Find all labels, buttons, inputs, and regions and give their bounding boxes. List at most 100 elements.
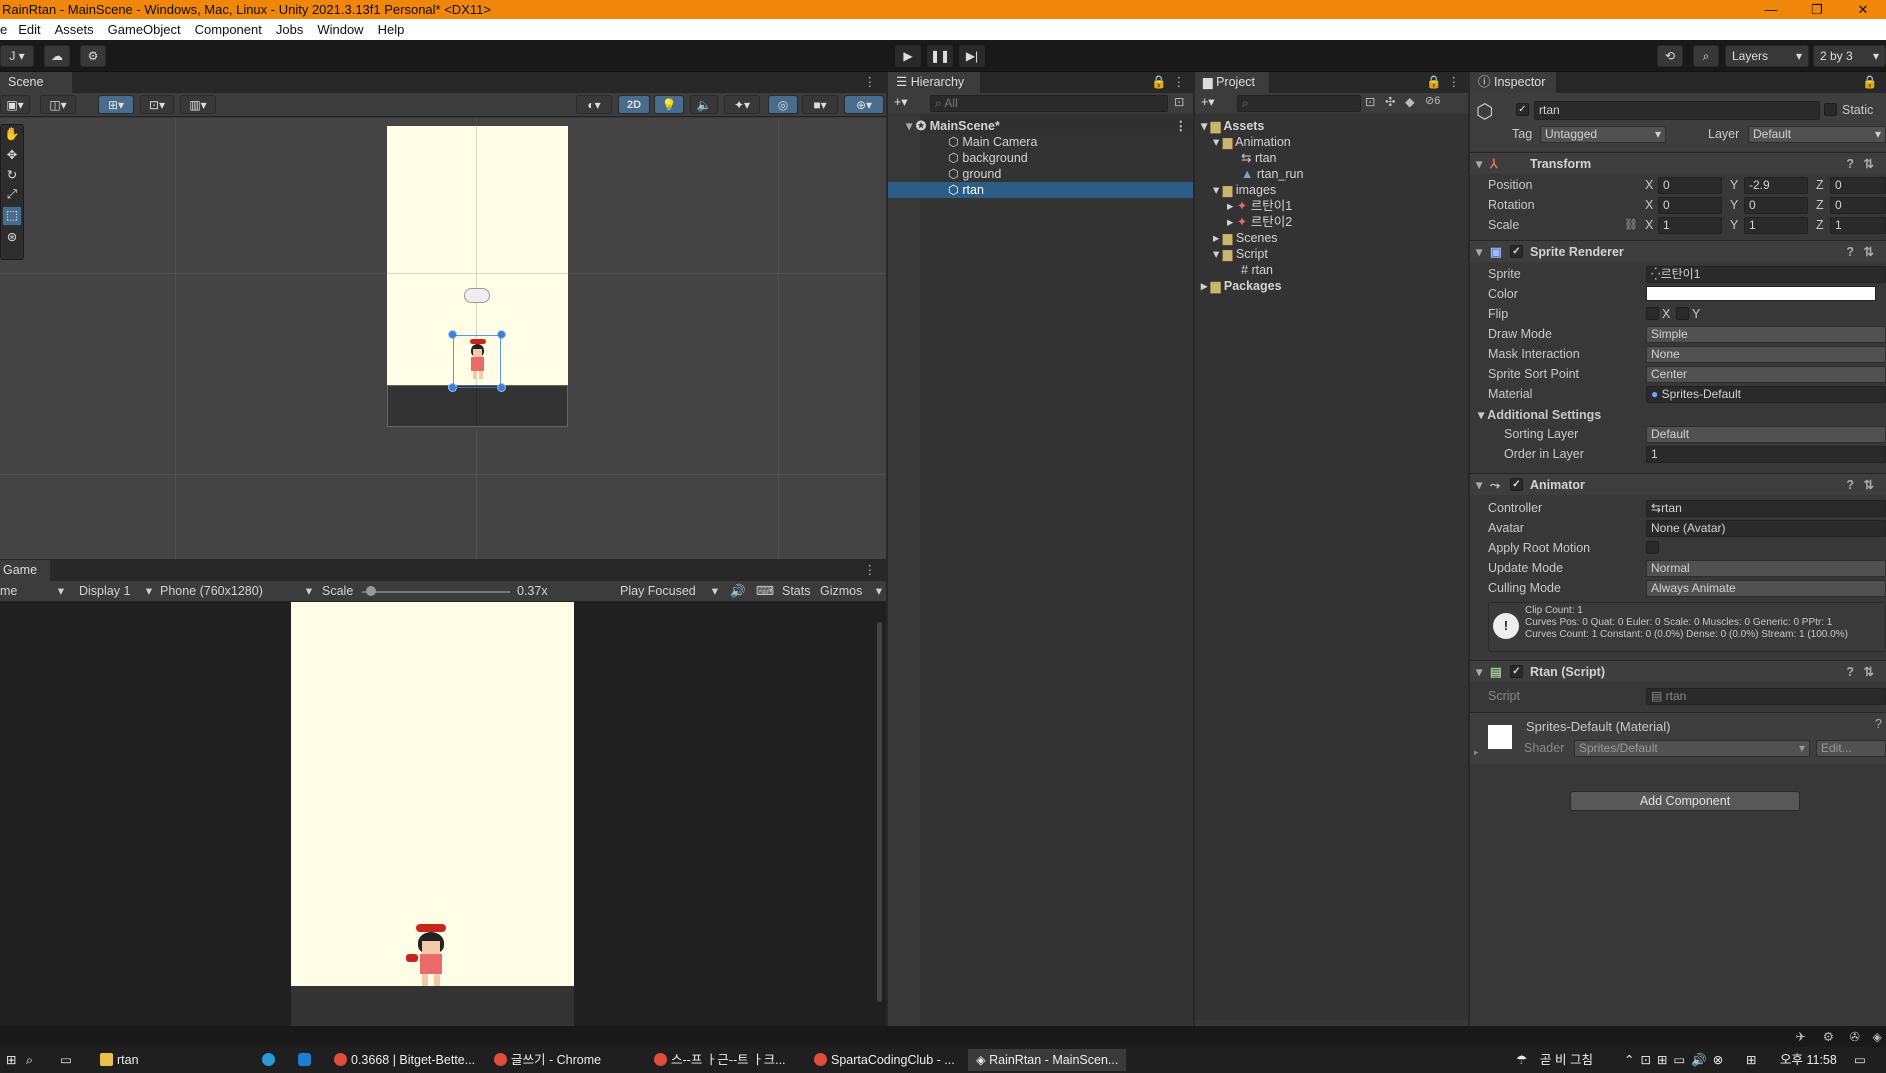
label-filter-icon[interactable]: ◆	[1405, 94, 1415, 109]
flip-y-checkbox[interactable]	[1676, 307, 1689, 320]
taskbar-search-icon[interactable]: ⌕	[26, 1049, 33, 1071]
taskbar-chrome-bitget[interactable]: 0.3668 | Bitget-Bette...	[334, 1049, 475, 1071]
material-field[interactable]: ● Sprites-Default	[1646, 386, 1886, 403]
hidden-packages-icon[interactable]: ⊘6	[1425, 94, 1440, 107]
search-icon[interactable]: ⌕	[1693, 45, 1719, 67]
resolution-dropdown[interactable]: Phone (760x1280) ▾	[156, 581, 316, 602]
object-name-input[interactable]: rtan	[1534, 101, 1820, 120]
constrain-proportions-icon[interactable]: ⛓	[1624, 218, 1638, 231]
layout-dropdown[interactable]: 2 by 3 ▾	[1813, 45, 1886, 67]
shader-edit-button[interactable]: Edit...	[1816, 740, 1886, 757]
filter-icon[interactable]: ⊡	[1174, 94, 1184, 109]
lock-icon[interactable]: 🔒	[1862, 75, 1878, 90]
network-icon[interactable]: ◈	[1872, 1029, 1882, 1044]
game-viewport[interactable]	[0, 602, 886, 1026]
menu-window[interactable]: Window	[310, 19, 370, 40]
rotation-y-field[interactable]: 0	[1744, 197, 1808, 214]
camera-icon[interactable]: ■▾	[802, 95, 838, 114]
gizmos-icon[interactable]: ⊕▾	[844, 95, 884, 114]
game-view-dropdown[interactable]: me ▾	[0, 581, 68, 602]
menu-component[interactable]: Component	[188, 19, 269, 40]
sprite-field[interactable]: ⁛르탄이1	[1646, 266, 1886, 283]
hierarchy-item-ground[interactable]: ⬡ ground	[888, 166, 1193, 182]
account-dropdown[interactable]: J ▾	[0, 45, 34, 67]
tab-inspector[interactable]: ⓘ Inspector	[1470, 72, 1556, 93]
menu-gameobject[interactable]: GameObject	[101, 19, 188, 40]
hierarchy-search-input[interactable]: ⌕ All	[930, 95, 1168, 112]
additional-settings-foldout[interactable]: ▾ Additional Settings	[1478, 407, 1601, 422]
lock-icon[interactable]: 🔒	[1426, 75, 1442, 90]
scale-y-field[interactable]: 1	[1744, 217, 1808, 234]
update-mode-dropdown[interactable]: Normal	[1646, 560, 1886, 577]
progress-icon[interactable]: ✈	[1796, 1029, 1806, 1044]
kebab-icon[interactable]: ⋮	[864, 74, 877, 89]
animator-enabled-checkbox[interactable]: ✓	[1510, 478, 1523, 491]
project-item-rtan-run[interactable]: ▲ rtan_run	[1241, 166, 1303, 182]
stats-button[interactable]: Stats	[782, 581, 811, 602]
project-folder-assets[interactable]: ▾ ▆ Assets	[1201, 118, 1264, 134]
help-icon[interactable]: ?	[1846, 661, 1854, 683]
rtan-script-header[interactable]: ▾ ▤ ✓ Rtan (Script) ? ⇅	[1470, 660, 1886, 682]
scale-slider-thumb[interactable]	[366, 586, 376, 596]
play-focus-dropdown[interactable]: Play Focused ▾	[614, 581, 722, 602]
hierarchy-item-background[interactable]: ⬡ background	[888, 150, 1193, 166]
menu-jobs[interactable]: Jobs	[269, 19, 310, 40]
lock-icon[interactable]: 🔒	[1151, 75, 1167, 90]
scale-z-field[interactable]: 1	[1830, 217, 1886, 234]
pause-button[interactable]: ❚❚	[927, 45, 953, 67]
render-mode-icon[interactable]: ◫▾	[40, 95, 76, 114]
settings-icon[interactable]: ⇅	[1864, 474, 1874, 496]
scale-x-field[interactable]: 1	[1658, 217, 1722, 234]
display-dropdown[interactable]: Display 1 ▾	[74, 581, 154, 602]
tag-dropdown[interactable]: Untagged ▾	[1540, 126, 1666, 143]
project-item-rtan-script[interactable]: # rtan	[1241, 262, 1273, 278]
tab-scene[interactable]: Scene	[0, 72, 72, 93]
add-component-button[interactable]: Add Component	[1570, 791, 1800, 811]
move-snap-icon[interactable]: ⊞▾	[98, 95, 134, 114]
help-icon[interactable]: ?	[1846, 153, 1854, 175]
clock[interactable]: 오후 11:58	[1780, 1049, 1837, 1071]
game-scrollbar[interactable]	[877, 622, 882, 1002]
rtan-sprite-scene[interactable]	[466, 339, 488, 383]
collab-icon[interactable]: ⚙	[80, 45, 106, 67]
tab-project[interactable]: ▆ Project	[1195, 72, 1269, 93]
animator-header[interactable]: ▾ ⤳ ✓ Animator ? ⇅	[1470, 473, 1886, 495]
taskbar-unity[interactable]: ◈ RainRtan - MainScen...	[968, 1049, 1126, 1071]
menu-assets[interactable]: Assets	[48, 19, 101, 40]
script-enabled-checkbox[interactable]: ✓	[1510, 665, 1523, 678]
type-filter-icon[interactable]: ✣	[1385, 94, 1395, 109]
project-folder-packages[interactable]: ▸ ▆ Packages	[1201, 278, 1282, 294]
play-button[interactable]: ▶	[895, 45, 921, 67]
settings-icon[interactable]: ⇅	[1864, 241, 1874, 263]
project-search-input[interactable]: ⌕	[1237, 95, 1361, 112]
increment-snap-icon[interactable]: ▥▾	[180, 95, 216, 114]
edge-icon[interactable]	[262, 1049, 279, 1071]
project-item-sprite1[interactable]: ▸ ✦ 르탄이1	[1227, 198, 1292, 214]
taskbar-chrome-write[interactable]: 글쓰기 - Chrome	[494, 1049, 601, 1071]
visibility-icon[interactable]: ◎	[768, 95, 798, 114]
avatar-field[interactable]: None (Avatar)	[1646, 520, 1886, 537]
draw-mode-icon[interactable]: ▣▾	[0, 95, 30, 114]
step-button[interactable]: ▶|	[959, 45, 985, 67]
ime-indicator-icon[interactable]: ⊞	[1746, 1049, 1756, 1071]
rotation-x-field[interactable]: 0	[1658, 197, 1722, 214]
static-checkbox[interactable]	[1824, 103, 1837, 116]
layer-dropdown[interactable]: Default ▾	[1748, 126, 1886, 143]
sprite-renderer-header[interactable]: ▾ ▣ ✓ Sprite Renderer ? ⇅	[1470, 240, 1886, 262]
close-icon[interactable]: ✕	[1840, 0, 1886, 19]
gizmos-dropdown[interactable]: Gizmos ▾	[820, 581, 884, 602]
order-in-layer-field[interactable]: 1	[1646, 446, 1886, 463]
keyboard-icon[interactable]: ⌨	[756, 581, 774, 602]
2d-toggle-button[interactable]: 2D	[618, 95, 650, 114]
position-z-field[interactable]: 0	[1830, 177, 1886, 194]
controller-field[interactable]: ⇆rtan	[1646, 500, 1886, 517]
app-c-icon[interactable]	[298, 1049, 315, 1071]
project-item-sprite2[interactable]: ▸ ✦ 르탄이2	[1227, 214, 1292, 230]
windows-start-icon[interactable]: ⊞	[6, 1049, 16, 1071]
flip-x-checkbox[interactable]	[1646, 307, 1659, 320]
scale-slider[interactable]	[362, 591, 510, 593]
culling-mode-dropdown[interactable]: Always Animate	[1646, 580, 1886, 597]
taskbar-chrome-sparta[interactable]: SpartaCodingClub - ...	[814, 1049, 955, 1071]
notification-icon[interactable]: ▭	[1854, 1049, 1866, 1071]
menu-help[interactable]: Help	[371, 19, 412, 40]
